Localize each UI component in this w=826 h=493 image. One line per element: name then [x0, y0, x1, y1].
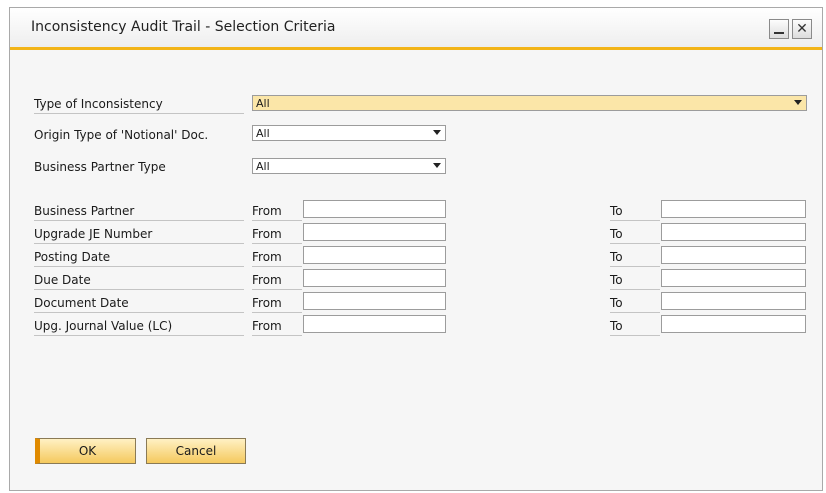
business-partner-from-input[interactable] — [303, 200, 446, 218]
upgrade-je-number-to-input[interactable] — [661, 223, 806, 241]
from-label: From — [252, 250, 302, 267]
minimize-button[interactable] — [769, 19, 789, 39]
type-of-inconsistency-value: All — [256, 97, 270, 110]
range-label: Business Partner — [34, 204, 244, 221]
ok-button[interactable]: OK — [35, 438, 136, 464]
to-label: To — [610, 296, 660, 313]
minimize-icon — [774, 32, 784, 34]
window-title: Inconsistency Audit Trail - Selection Cr… — [31, 19, 336, 35]
origin-type-value: All — [256, 127, 270, 140]
origin-type-label: Origin Type of 'Notional' Doc. — [34, 128, 209, 142]
type-of-inconsistency-label: Type of Inconsistency — [34, 97, 244, 114]
from-label: From — [252, 296, 302, 313]
due-date-to-input[interactable] — [661, 269, 806, 287]
business-partner-to-input[interactable] — [661, 200, 806, 218]
selection-criteria-window: Inconsistency Audit Trail - Selection Cr… — [9, 7, 823, 491]
to-label: To — [610, 273, 660, 290]
origin-type-select[interactable]: All — [252, 125, 446, 141]
from-label: From — [252, 273, 302, 290]
chevron-down-icon — [794, 100, 802, 105]
from-label: From — [252, 319, 302, 336]
posting-date-to-input[interactable] — [661, 246, 806, 264]
range-label: Posting Date — [34, 250, 244, 267]
range-label: Due Date — [34, 273, 244, 290]
close-icon: ✕ — [796, 21, 808, 37]
from-label: From — [252, 227, 302, 244]
title-bar[interactable]: Inconsistency Audit Trail - Selection Cr… — [10, 8, 822, 50]
chevron-down-icon — [433, 163, 441, 168]
range-label: Upgrade JE Number — [34, 227, 244, 244]
cancel-button[interactable]: Cancel — [146, 438, 246, 464]
range-label: Document Date — [34, 296, 244, 313]
upg-journal-value-to-input[interactable] — [661, 315, 806, 333]
to-label: To — [610, 250, 660, 267]
bp-type-value: All — [256, 160, 270, 173]
posting-date-from-input[interactable] — [303, 246, 446, 264]
to-label: To — [610, 319, 660, 336]
close-button[interactable]: ✕ — [792, 19, 812, 39]
document-date-to-input[interactable] — [661, 292, 806, 310]
to-label: To — [610, 227, 660, 244]
document-date-from-input[interactable] — [303, 292, 446, 310]
type-of-inconsistency-select[interactable]: All — [252, 95, 807, 111]
due-date-from-input[interactable] — [303, 269, 446, 287]
bp-type-label: Business Partner Type — [34, 160, 166, 174]
bp-type-select[interactable]: All — [252, 158, 446, 174]
to-label: To — [610, 204, 660, 221]
upg-journal-value-from-input[interactable] — [303, 315, 446, 333]
chevron-down-icon — [433, 130, 441, 135]
upgrade-je-number-from-input[interactable] — [303, 223, 446, 241]
range-label: Upg. Journal Value (LC) — [34, 319, 244, 336]
from-label: From — [252, 204, 302, 221]
